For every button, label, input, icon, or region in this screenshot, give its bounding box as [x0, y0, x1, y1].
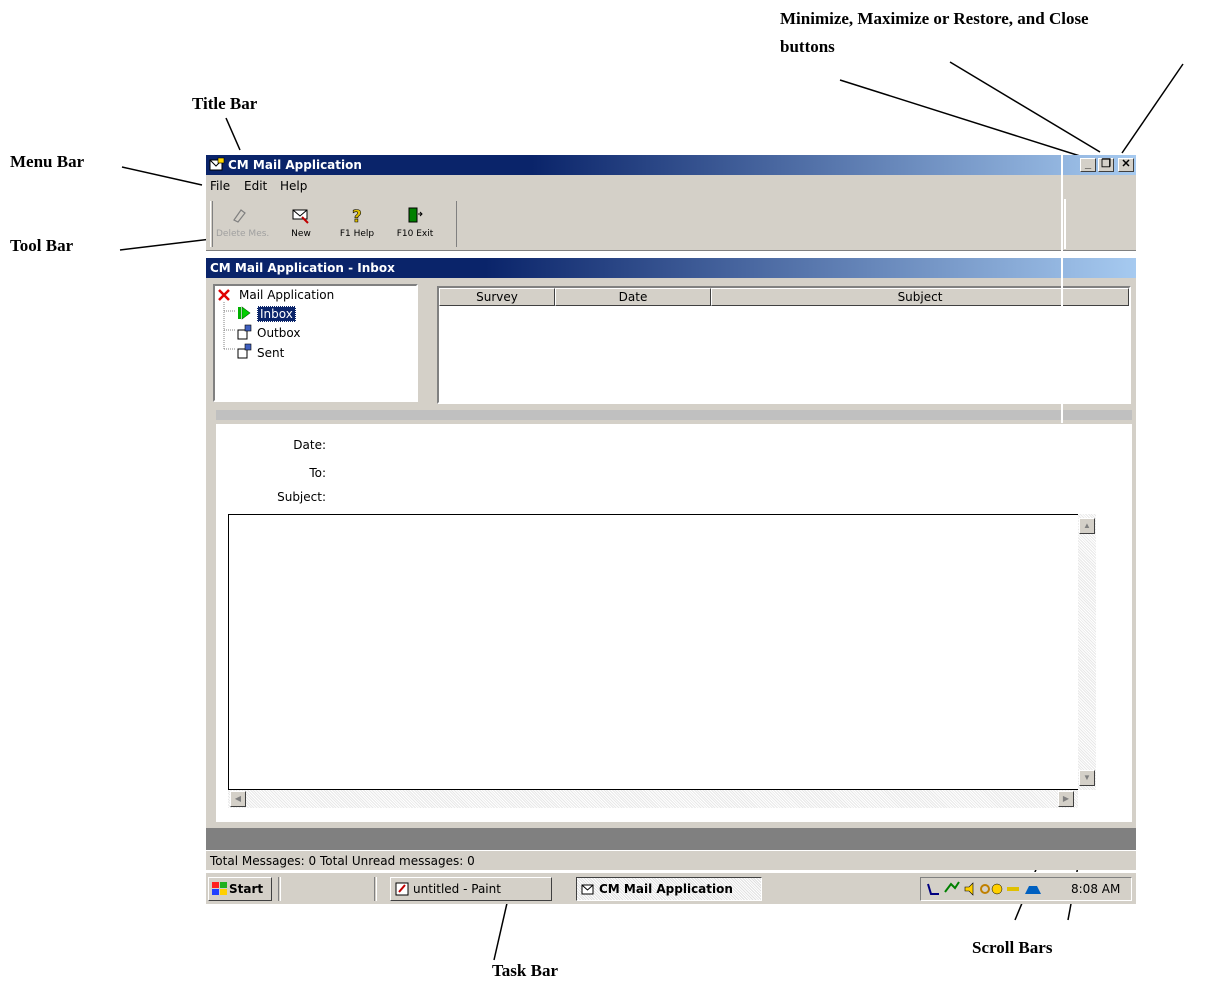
menu-edit[interactable]: Edit: [244, 179, 267, 193]
annotation-task-bar: Task Bar: [492, 961, 558, 980]
pane-splitter[interactable]: [216, 410, 1132, 420]
mail-app-task-icon: [581, 884, 594, 895]
annotation-menu-bar: Menu Bar: [10, 152, 85, 171]
horizontal-scrollbar[interactable]: ◀ ▶: [228, 790, 1078, 808]
annotation-window-buttons: Minimize, Maximize or Restore, and Close: [780, 9, 1089, 28]
toolbar-end-separator: [456, 201, 457, 247]
mail-app-icon: [209, 157, 225, 171]
vertical-scrollbar[interactable]: ▲ ▼: [1078, 514, 1096, 790]
eraser-icon: [233, 209, 246, 223]
annotation-title-bar: Title Bar: [192, 94, 258, 113]
restore-button[interactable]: ❐: [1098, 158, 1114, 172]
inbox-arrow-icon: [238, 306, 251, 320]
inner-bottom-strip: [206, 828, 1136, 850]
help-question-icon: ?: [352, 207, 362, 225]
exit-label: F10 Exit: [396, 229, 434, 239]
menu-help[interactable]: Help: [280, 179, 307, 193]
window-title-bar[interactable]: CM Mail Application _ ❐ ✕: [206, 155, 1136, 175]
tree-item-outbox[interactable]: Outbox: [257, 326, 300, 340]
tree-item-sent[interactable]: Sent: [257, 346, 284, 360]
overlay-guide-line: [1061, 155, 1063, 423]
start-button[interactable]: Start: [208, 877, 272, 901]
tool-bar: Delete Mes. New ? F1 Help F10 Exit: [206, 197, 1136, 251]
task-cm-mail-label: CM Mail Application: [599, 882, 733, 896]
system-tray: 8:08 AM: [920, 877, 1132, 901]
subject-label: Subject:: [277, 490, 326, 504]
scroll-right-arrow-icon[interactable]: ▶: [1058, 791, 1074, 807]
task-paint-label: untitled - Paint: [413, 882, 501, 896]
column-date[interactable]: Date: [555, 288, 711, 306]
inner-window-title: CM Mail Application - Inbox: [210, 261, 395, 275]
outbox-icon: [237, 324, 252, 340]
svg-text:?: ?: [352, 207, 362, 225]
red-x-icon: [218, 289, 230, 301]
task-cm-mail[interactable]: CM Mail Application: [576, 877, 762, 901]
message-list[interactable]: Survey Date Subject: [437, 286, 1131, 404]
annotation-tool-bar: Tool Bar: [10, 236, 74, 255]
task-paint[interactable]: untitled - Paint: [390, 877, 552, 901]
status-text: Total Messages: 0 Total Unread messages:…: [210, 854, 475, 868]
tree-root[interactable]: Mail Application: [239, 288, 334, 302]
start-label: Start: [229, 882, 264, 896]
windows-logo-icon: [212, 882, 227, 895]
help-button[interactable]: ? F1 Help: [334, 205, 380, 247]
exit-door-icon: [408, 207, 423, 223]
toolbar-divider: [1064, 199, 1066, 249]
status-bar: Total Messages: 0 Total Unread messages:…: [206, 850, 1136, 870]
paint-icon: [395, 882, 409, 896]
window-title: CM Mail Application: [228, 158, 362, 172]
folder-tree[interactable]: Mail Application Inbox Outbox Sent: [213, 284, 418, 402]
menu-bar: File Edit Help: [206, 175, 1136, 197]
inner-window-title-bar[interactable]: CM Mail Application - Inbox: [206, 258, 1136, 278]
date-label: Date:: [293, 438, 326, 452]
exit-button[interactable]: F10 Exit: [392, 205, 438, 247]
delete-message-label: Delete Mes.: [216, 229, 270, 239]
to-label: To:: [309, 466, 326, 480]
new-message-icon: [292, 209, 309, 224]
clock: 8:08 AM: [1071, 882, 1121, 896]
task-bar: Start untitled - Paint CM Mail Applicati…: [206, 872, 1136, 904]
scroll-down-arrow-icon[interactable]: ▼: [1079, 770, 1095, 786]
new-message-button[interactable]: New: [278, 205, 324, 247]
sent-icon: [237, 343, 252, 359]
taskbar-separator: [278, 877, 281, 901]
tree-item-inbox[interactable]: Inbox: [257, 306, 296, 322]
annotation-window-buttons-2: buttons: [780, 37, 835, 56]
column-subject[interactable]: Subject: [711, 288, 1129, 306]
message-body[interactable]: [228, 514, 1078, 790]
annotation-scroll-bars: Scroll Bars: [972, 938, 1053, 957]
taskbar-separator-2: [374, 877, 377, 901]
close-button[interactable]: ✕: [1118, 158, 1134, 172]
delete-message-button[interactable]: Delete Mes.: [216, 205, 270, 247]
menu-file[interactable]: File: [210, 179, 230, 193]
scroll-left-arrow-icon[interactable]: ◀: [230, 791, 246, 807]
scroll-up-arrow-icon[interactable]: ▲: [1079, 518, 1095, 534]
help-label: F1 Help: [339, 229, 375, 239]
toolbar-grip[interactable]: [210, 201, 213, 247]
column-survey[interactable]: Survey: [439, 288, 555, 306]
minimize-button[interactable]: _: [1080, 158, 1096, 172]
new-message-label: New: [291, 229, 311, 239]
tray-icons: [927, 881, 1041, 896]
